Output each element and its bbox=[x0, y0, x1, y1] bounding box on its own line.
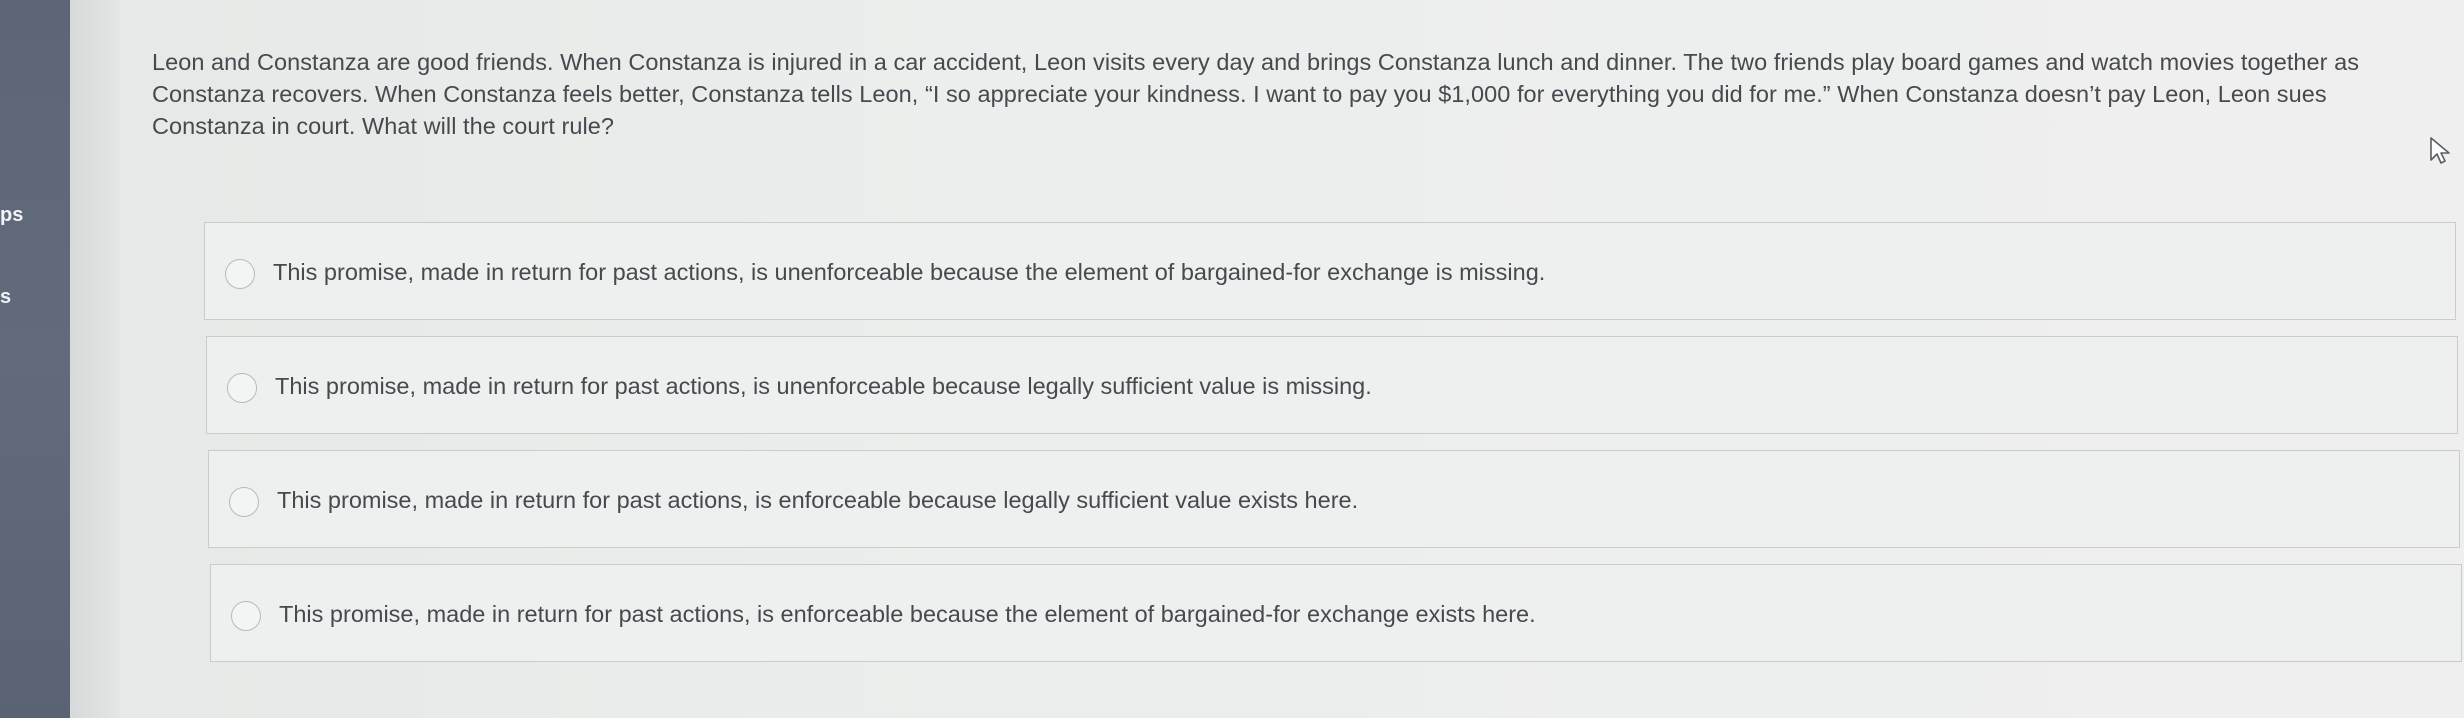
answer-option-label[interactable]: This promise, made in return for past ac… bbox=[273, 257, 1545, 287]
radio-button[interactable] bbox=[229, 487, 259, 517]
question-text: Leon and Constanza are good friends. Whe… bbox=[152, 49, 2360, 139]
answer-option-label[interactable]: This promise, made in return for past ac… bbox=[277, 485, 1358, 515]
answer-option-1[interactable]: This promise, made in return for past ac… bbox=[204, 222, 2456, 320]
answer-option-2[interactable]: This promise, made in return for past ac… bbox=[206, 336, 2458, 434]
quiz-page: ps s Leon and Constanza are good friends… bbox=[0, 0, 2464, 718]
radio-button[interactable] bbox=[227, 373, 257, 403]
answer-option-label[interactable]: This promise, made in return for past ac… bbox=[275, 371, 1372, 401]
answer-option-3[interactable]: This promise, made in return for past ac… bbox=[208, 450, 2460, 548]
mouse-pointer-icon bbox=[2430, 137, 2450, 164]
sidebar-item-label[interactable]: s bbox=[0, 286, 11, 309]
answer-option-4[interactable]: This promise, made in return for past ac… bbox=[210, 564, 2462, 662]
radio-button[interactable] bbox=[231, 601, 261, 631]
sidebar-shadow bbox=[70, 0, 120, 718]
answer-option-label[interactable]: This promise, made in return for past ac… bbox=[279, 599, 1536, 629]
sidebar-item-label[interactable]: ps bbox=[0, 204, 23, 227]
left-sidebar[interactable]: ps s bbox=[0, 0, 70, 718]
radio-button[interactable] bbox=[225, 259, 255, 289]
